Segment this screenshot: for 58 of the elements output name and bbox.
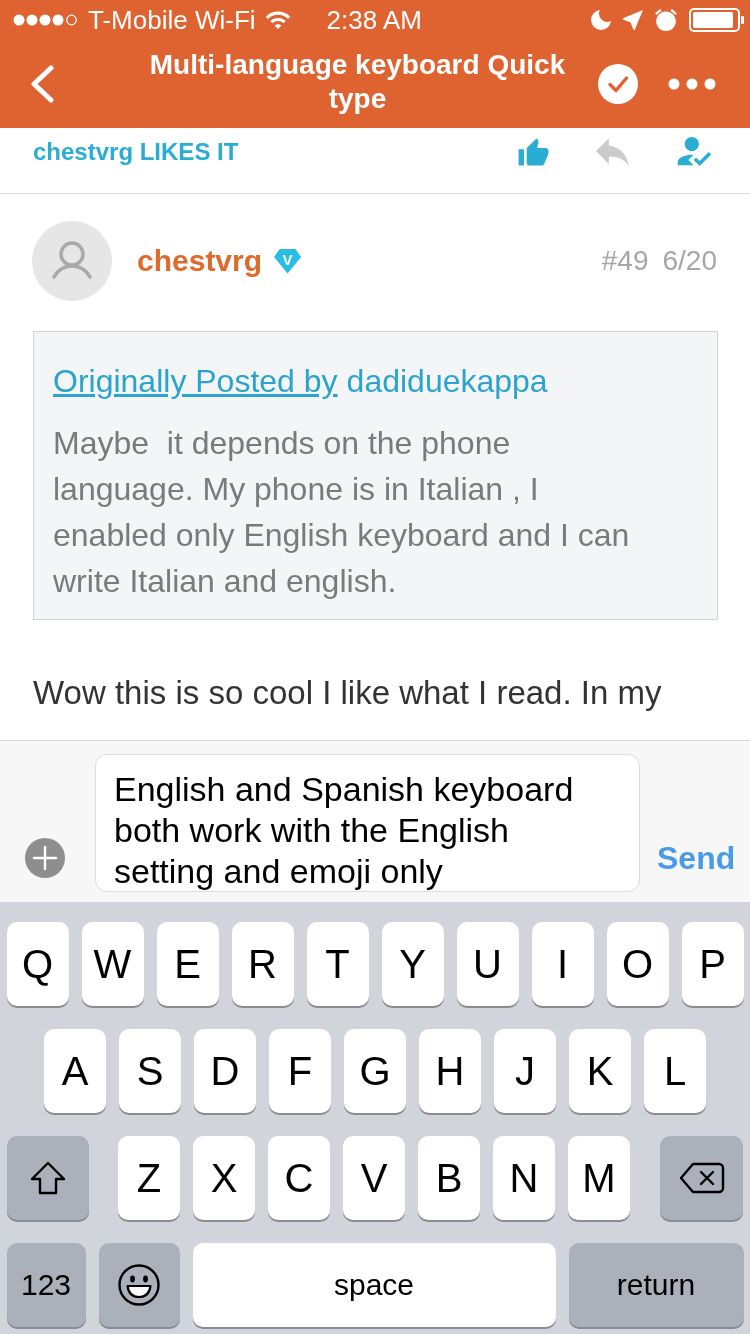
post-number: #49 bbox=[601, 245, 649, 277]
letter-key[interactable]: V bbox=[343, 1136, 405, 1220]
letter-key[interactable]: F bbox=[269, 1029, 331, 1113]
numbers-key[interactable]: 123 bbox=[6, 1243, 86, 1327]
letter-key[interactable]: Z bbox=[118, 1136, 180, 1220]
battery-icon bbox=[689, 8, 745, 32]
post-date: 6/20 bbox=[662, 245, 717, 277]
letter-key[interactable]: Y bbox=[381, 922, 444, 1006]
letter-key[interactable]: A bbox=[44, 1029, 106, 1113]
letter-key[interactable]: O bbox=[606, 922, 669, 1006]
letter-key[interactable]: N bbox=[493, 1136, 555, 1220]
letter-key[interactable]: E bbox=[156, 922, 219, 1006]
letter-key[interactable]: T bbox=[306, 922, 369, 1006]
carrier-name: T-Mobile Wi-Fi bbox=[88, 5, 256, 35]
thumbs-up-icon[interactable] bbox=[518, 137, 549, 167]
return-key[interactable]: return bbox=[568, 1243, 744, 1327]
letter-key[interactable]: R bbox=[231, 922, 294, 1006]
letter-key[interactable]: H bbox=[419, 1029, 481, 1113]
letter-key[interactable]: C bbox=[268, 1136, 330, 1220]
alarm-clock-icon bbox=[655, 9, 677, 31]
reply-input-field[interactable]: English and Spanish keyboard both work with the English setting and emoji only bbox=[95, 754, 640, 892]
letter-key[interactable]: D bbox=[194, 1029, 256, 1113]
plus-circle-icon[interactable] bbox=[25, 838, 65, 878]
status-time: 2:38 AM bbox=[326, 5, 422, 35]
likes-text: chestvrg LIKES IT bbox=[33, 137, 239, 167]
quote-text: Maybe it depends on the phone language. My phone is in Italian , I enabled only English keyboard and I can write Italian and english. bbox=[53, 424, 631, 601]
letter-key[interactable]: Q bbox=[6, 922, 69, 1006]
avatar-icon[interactable] bbox=[32, 221, 112, 301]
letter-key[interactable]: B bbox=[418, 1136, 480, 1220]
letter-key[interactable]: S bbox=[119, 1029, 181, 1113]
space-key[interactable]: space bbox=[192, 1243, 556, 1327]
shift-arrow-icon bbox=[30, 1161, 66, 1195]
letter-key[interactable]: P bbox=[681, 922, 744, 1006]
letter-key[interactable]: M bbox=[568, 1136, 630, 1220]
wifi-icon bbox=[264, 10, 291, 30]
signal-dots-icon bbox=[13, 14, 79, 26]
letter-key[interactable]: W bbox=[81, 922, 144, 1006]
moon-icon bbox=[591, 10, 611, 30]
check-circle-icon[interactable] bbox=[598, 64, 638, 104]
letter-key[interactable]: G bbox=[344, 1029, 406, 1113]
topic-title: Multi-language keyboard Quick type bbox=[148, 48, 567, 116]
letter-key[interactable]: X bbox=[193, 1136, 255, 1220]
letter-key[interactable]: U bbox=[456, 922, 519, 1006]
letter-key[interactable]: K bbox=[569, 1029, 631, 1113]
verified-badge: V bbox=[274, 248, 302, 274]
backspace-icon bbox=[678, 1162, 725, 1194]
post-text: Wow this is so cool I like what I read. In my bbox=[33, 673, 663, 713]
shift-key[interactable] bbox=[7, 1136, 89, 1220]
delete-key[interactable] bbox=[660, 1136, 743, 1220]
letter-key[interactable]: J bbox=[494, 1029, 556, 1113]
back-icon[interactable] bbox=[29, 65, 55, 103]
smiley-icon bbox=[118, 1264, 160, 1306]
letter-key[interactable]: I bbox=[531, 922, 594, 1006]
letter-key[interactable]: L bbox=[644, 1029, 706, 1113]
location-arrow-icon bbox=[623, 10, 643, 30]
more-icon[interactable] bbox=[668, 78, 716, 90]
person-check-icon[interactable] bbox=[676, 137, 714, 167]
emoji-key[interactable] bbox=[98, 1243, 180, 1327]
